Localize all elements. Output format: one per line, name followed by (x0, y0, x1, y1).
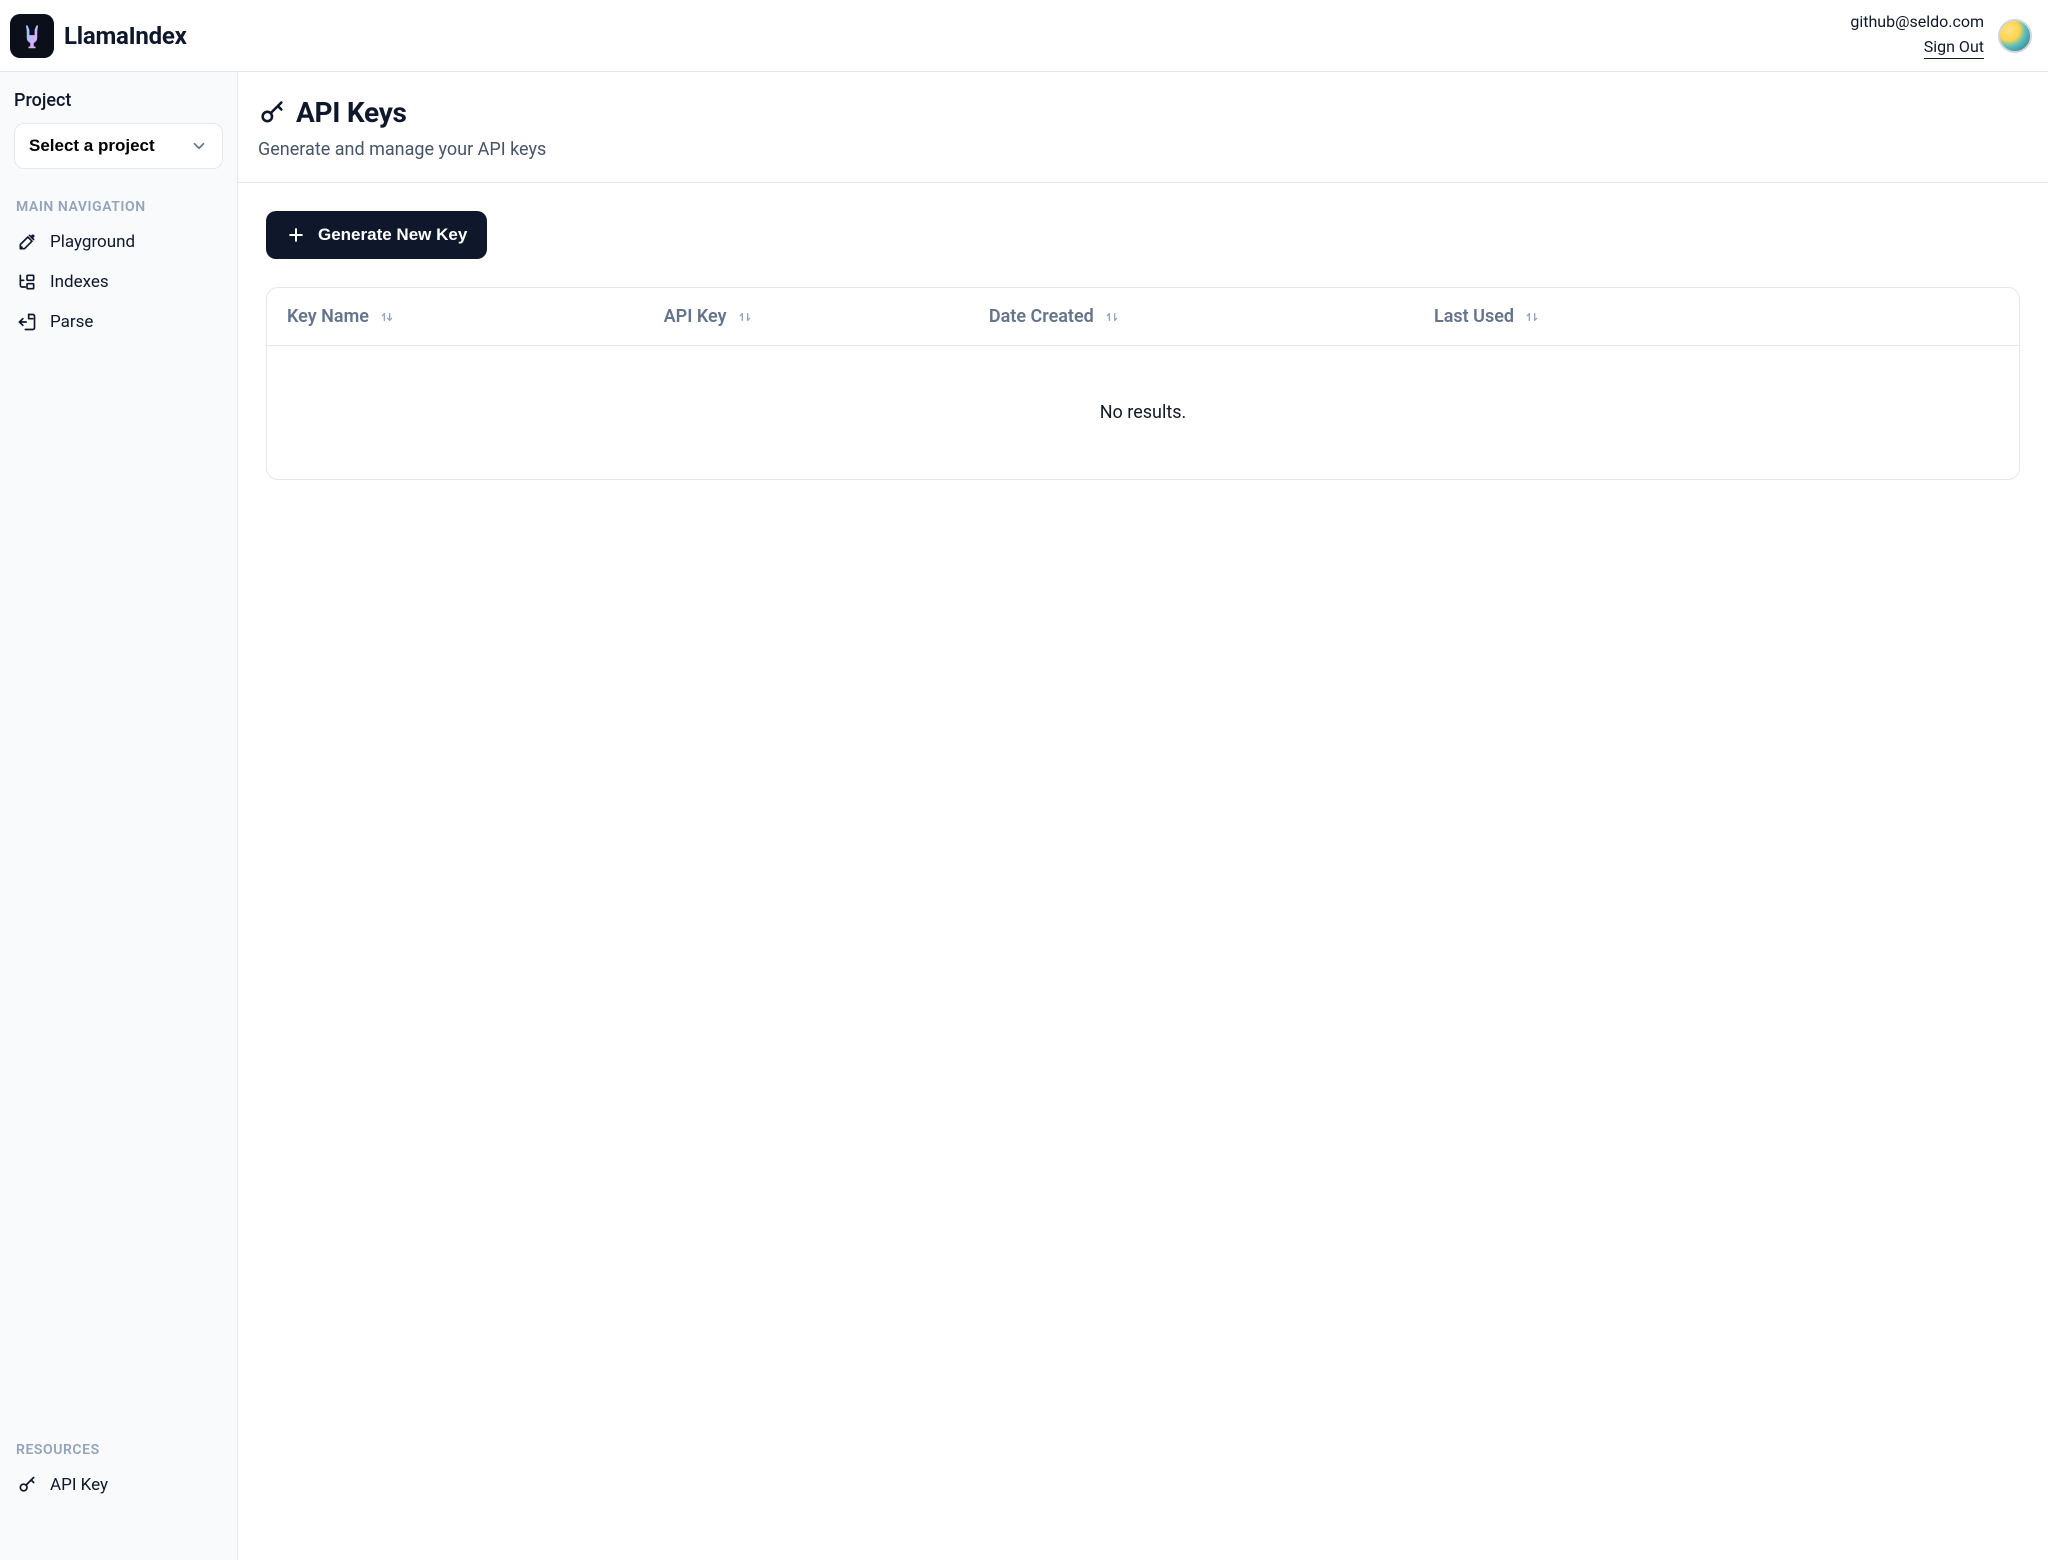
nav-item-label: Playground (50, 232, 135, 252)
user-email: github@seldo.com (1850, 12, 1984, 31)
main-nav-heading: MAIN NAVIGATION (16, 199, 221, 215)
playground-icon (16, 231, 38, 253)
nav-item-api-key[interactable]: API Key (14, 1468, 223, 1502)
resources-nav-list: API Key (14, 1468, 223, 1502)
nav-item-label: Parse (50, 312, 93, 332)
resources-heading: RESOURCES (16, 1442, 221, 1458)
column-header-key-name[interactable]: Key Name (287, 306, 664, 327)
table-empty-state: No results. (267, 346, 2019, 479)
parse-icon (16, 311, 38, 333)
sort-icon (379, 309, 395, 325)
plus-icon (286, 225, 306, 245)
avatar[interactable] (1998, 19, 2032, 53)
main-content: API Keys Generate and manage your API ke… (238, 72, 2048, 1560)
generate-key-label: Generate New Key (318, 225, 467, 245)
main-nav-list: Playground Indexes Parse (14, 225, 223, 339)
page-header: API Keys Generate and manage your API ke… (238, 72, 2048, 183)
key-icon (258, 99, 286, 127)
page-title: API Keys (296, 96, 407, 129)
column-label: Key Name (287, 306, 369, 327)
sort-icon (1524, 309, 1540, 325)
table-header-row: Key Name API Key Date Created (267, 288, 2019, 346)
column-header-date-created[interactable]: Date Created (989, 306, 1434, 327)
sign-out-link[interactable]: Sign Out (1924, 37, 1984, 59)
column-header-api-key[interactable]: API Key (664, 306, 989, 327)
nav-item-indexes[interactable]: Indexes (14, 265, 223, 299)
llama-icon (18, 22, 46, 50)
sort-icon (1104, 309, 1120, 325)
sort-icon (737, 309, 753, 325)
api-keys-table: Key Name API Key Date Created (266, 287, 2020, 480)
column-label: Date Created (989, 306, 1094, 327)
key-icon (16, 1474, 38, 1496)
brand[interactable]: LlamaIndex (10, 14, 187, 58)
column-label: Last Used (1434, 306, 1514, 327)
chevron-down-icon (190, 137, 208, 155)
nav-item-label: API Key (50, 1475, 108, 1495)
column-label: API Key (664, 306, 727, 327)
indexes-icon (16, 271, 38, 293)
brand-name: LlamaIndex (64, 22, 187, 50)
nav-item-parse[interactable]: Parse (14, 305, 223, 339)
project-heading: Project (14, 90, 223, 111)
column-header-last-used[interactable]: Last Used (1434, 306, 1862, 327)
header-user-block: github@seldo.com Sign Out (1850, 12, 1984, 59)
project-select[interactable]: Select a project (14, 123, 223, 169)
sidebar: Project Select a project MAIN NAVIGATION… (0, 72, 238, 1560)
generate-key-button[interactable]: Generate New Key (266, 211, 487, 259)
project-select-label: Select a project (29, 136, 155, 156)
header-right: github@seldo.com Sign Out (1850, 12, 2032, 59)
page-subtitle: Generate and manage your API keys (258, 139, 2028, 160)
nav-item-label: Indexes (50, 272, 109, 292)
app-header: LlamaIndex github@seldo.com Sign Out (0, 0, 2048, 72)
brand-logo (10, 14, 54, 58)
nav-item-playground[interactable]: Playground (14, 225, 223, 259)
